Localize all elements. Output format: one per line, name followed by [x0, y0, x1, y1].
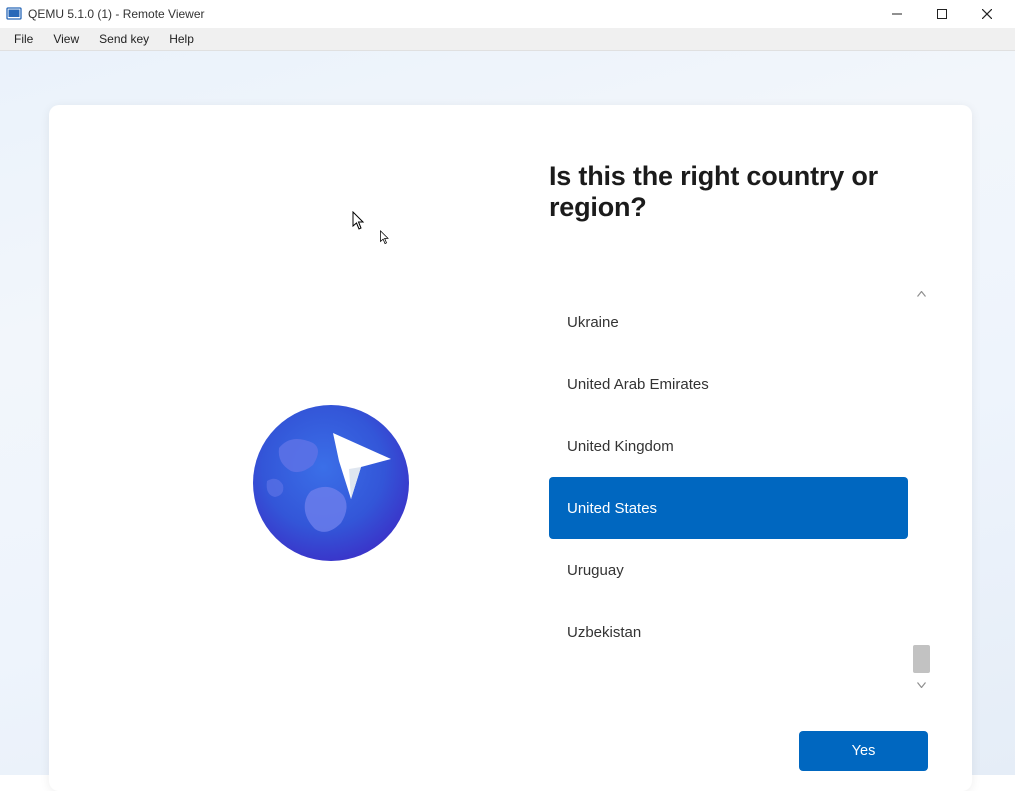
- yes-button-label: Yes: [852, 743, 876, 759]
- scroll-thumb[interactable]: [913, 645, 930, 673]
- remote-viewport: Is this the right country or region? Ukr…: [0, 51, 1015, 775]
- menubar: File View Send key Help: [0, 28, 1015, 51]
- window-title: QEMU 5.1.0 (1) - Remote Viewer: [28, 7, 205, 21]
- menu-send-key[interactable]: Send key: [89, 30, 159, 48]
- country-label: United Kingdom: [567, 438, 674, 455]
- country-item-uk[interactable]: United Kingdom: [549, 415, 908, 477]
- country-label: Uzbekistan: [567, 624, 641, 641]
- titlebar-left: QEMU 5.1.0 (1) - Remote Viewer: [6, 6, 205, 22]
- country-item-us[interactable]: United States: [549, 477, 908, 539]
- country-item-uruguay[interactable]: Uruguay: [549, 539, 908, 601]
- scroll-down-icon[interactable]: [913, 676, 930, 693]
- menu-file[interactable]: File: [4, 30, 43, 48]
- country-label: Ukraine: [567, 314, 619, 331]
- menu-view[interactable]: View: [43, 30, 89, 48]
- minimize-button[interactable]: [874, 0, 919, 28]
- titlebar: QEMU 5.1.0 (1) - Remote Viewer: [0, 0, 1015, 28]
- country-label: United States: [567, 500, 657, 517]
- illustration-pane: [49, 105, 549, 791]
- oobe-card: Is this the right country or region? Ukr…: [49, 105, 972, 791]
- maximize-button[interactable]: [919, 0, 964, 28]
- globe-illustration: [251, 403, 411, 563]
- country-label: Uruguay: [567, 562, 624, 579]
- selection-pane: Is this the right country or region? Ukr…: [549, 105, 972, 791]
- close-button[interactable]: [964, 0, 1009, 28]
- app-icon: [6, 6, 22, 22]
- window-controls: [874, 0, 1009, 28]
- country-item-uae[interactable]: United Arab Emirates: [549, 353, 908, 415]
- country-list[interactable]: Ukraine United Arab Emirates United King…: [549, 291, 908, 677]
- scrollbar[interactable]: [913, 285, 930, 693]
- yes-button[interactable]: Yes: [799, 731, 928, 771]
- scroll-up-icon[interactable]: [913, 285, 930, 302]
- page-heading: Is this the right country or region?: [549, 161, 972, 223]
- country-label: United Arab Emirates: [567, 376, 709, 393]
- country-item-uzbekistan[interactable]: Uzbekistan: [549, 601, 908, 663]
- menu-help[interactable]: Help: [159, 30, 204, 48]
- country-item-ukraine[interactable]: Ukraine: [549, 291, 908, 353]
